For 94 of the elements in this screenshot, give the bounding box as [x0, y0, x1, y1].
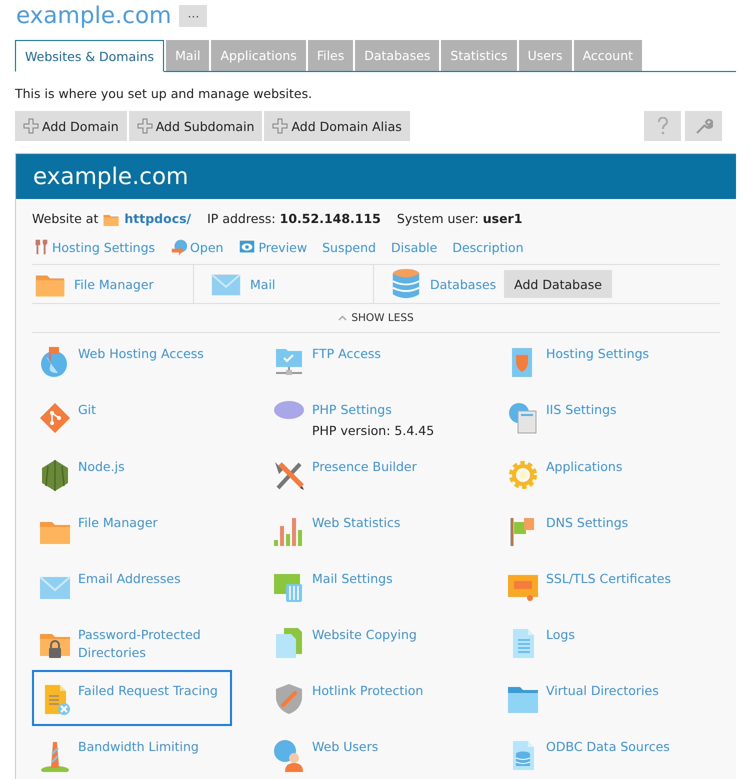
tool-item[interactable]: Website Copying [266, 614, 500, 670]
tool-label: Web Hosting Access [78, 345, 204, 363]
oval-icon [272, 401, 306, 419]
tool-label: Applications [546, 458, 622, 476]
tool-item[interactable]: Web Statistics [266, 502, 500, 558]
tool-item[interactable]: ODBC Data Sources [500, 726, 720, 779]
folder-link[interactable]: httpdocs/ [124, 211, 192, 226]
toolbar-button[interactable]: Add Domain Alias [264, 111, 410, 141]
page-title: example.com [16, 3, 172, 29]
tool-label: Hosting Settings [546, 345, 650, 363]
domain-name: example.com [33, 164, 188, 190]
add-database-button[interactable]: Add Database [504, 270, 612, 298]
tool-label: IIS Settings [546, 401, 617, 419]
tool-item[interactable]: DNS Settings [500, 502, 720, 558]
tool-item[interactable]: Web Hosting Access [32, 333, 266, 389]
tab[interactable]: Databases [355, 40, 440, 71]
tab[interactable]: Applications [211, 40, 306, 71]
info-value: user1 [482, 211, 522, 226]
tab[interactable]: Mail [166, 40, 210, 71]
tab[interactable]: Statistics [441, 40, 517, 71]
action-link[interactable]: Disable [390, 240, 438, 254]
quick-link[interactable]: File Manager [74, 276, 154, 292]
tool-item[interactable]: Applications [500, 446, 720, 502]
action-link[interactable]: Open [170, 238, 224, 256]
action-link[interactable]: Description [452, 240, 524, 254]
tool-label: File Manager [78, 514, 158, 532]
tool-label: Web Users [312, 738, 378, 756]
tool-label: Logs [546, 626, 575, 644]
tool-label: Web Statistics [312, 514, 400, 532]
tool-item[interactable]: Logs [500, 614, 720, 670]
tool-label: DNS Settings [546, 514, 628, 532]
info-label: Website at [32, 211, 98, 226]
tool-label: FTP Access [312, 345, 381, 363]
toolbar-button[interactable]: Add Subdomain [128, 111, 262, 141]
quick-link[interactable]: Mail [250, 276, 276, 292]
tool-label: ODBC Data Sources [546, 738, 670, 756]
tool-label: Virtual Directories [546, 682, 659, 700]
tool-item[interactable]: Node.js [32, 446, 266, 502]
question-icon [656, 117, 668, 135]
tool-label: Presence Builder [312, 458, 417, 476]
tool-note: PHP version: 5.4.45 [312, 423, 434, 438]
tool-item[interactable]: Failed Request Tracing [32, 670, 232, 726]
tool-item[interactable]: Email Addresses [32, 558, 266, 614]
tool-item[interactable]: Web Users [266, 726, 500, 779]
tool-item[interactable]: Password-Protected Directories [32, 614, 266, 670]
tool-item[interactable]: IIS Settings [500, 389, 720, 446]
tool-label: Email Addresses [78, 570, 181, 588]
tab[interactable]: Users [518, 40, 572, 71]
chevron-up-icon [338, 315, 348, 321]
action-link[interactable]: Hosting Settings [32, 238, 156, 256]
quick-link[interactable]: Databases [430, 276, 496, 292]
info-value: 10.52.148.115 [280, 211, 381, 226]
tool-label: Website Copying [312, 626, 417, 644]
tool-label: Bandwidth Limiting [78, 738, 199, 756]
help-button[interactable] [644, 111, 681, 141]
plus-icon [136, 118, 153, 134]
tool-item[interactable]: SSL/TLS Certificates [500, 558, 720, 614]
tab[interactable]: Account [574, 40, 642, 71]
gear-icon [506, 458, 540, 492]
tool-item[interactable]: File Manager [32, 502, 266, 558]
tool-label: Password-Protected Directories [78, 626, 202, 662]
tool-item[interactable]: Git [32, 389, 266, 446]
tool-item[interactable]: Hosting Settings [500, 333, 720, 389]
tool-label: Mail Settings [312, 570, 393, 588]
tool-item[interactable]: FTP Access [266, 333, 500, 389]
toolbar-button[interactable]: Add Domain [15, 111, 127, 141]
tool-label: Failed Request Tracing [78, 682, 218, 700]
git-icon [38, 401, 72, 435]
action-link[interactable]: Preview [238, 238, 308, 256]
tool-item[interactable]: PHP Settings PHP version: 5.4.45 [266, 389, 500, 446]
tab[interactable]: Websites & Domains [15, 40, 164, 72]
tool-item[interactable]: Mail Settings [266, 558, 500, 614]
info-label: IP address: [207, 211, 276, 226]
tool-label: SSL/TLS Certificates [546, 570, 671, 588]
database-icon [390, 268, 422, 300]
globe-arrow-icon [170, 238, 188, 256]
info-label: System user: [396, 211, 479, 226]
more-button[interactable]: ··· [179, 5, 208, 27]
tool-item[interactable]: Virtual Directories [500, 670, 720, 726]
plus-icon [272, 118, 288, 134]
globe-person-icon [272, 738, 306, 772]
tool-item[interactable]: Presence Builder [266, 446, 500, 502]
tool-label: Git [78, 401, 96, 419]
tool-label: Node.js [78, 458, 125, 476]
tab[interactable]: Files [308, 40, 354, 71]
tool-item[interactable]: Hotlink Protection [266, 670, 500, 726]
tool-label: Hotlink Protection [312, 682, 424, 700]
intro-text: This is where you set up and manage websites. [15, 86, 314, 101]
tool-item[interactable]: Bandwidth Limiting [32, 726, 266, 779]
settings-button[interactable] [685, 111, 722, 141]
plus-icon [23, 118, 39, 134]
tool-label: PHP Settings [312, 401, 393, 419]
action-link[interactable]: Suspend [322, 240, 376, 254]
show-less-toggle[interactable]: SHOW LESS [332, 311, 420, 325]
